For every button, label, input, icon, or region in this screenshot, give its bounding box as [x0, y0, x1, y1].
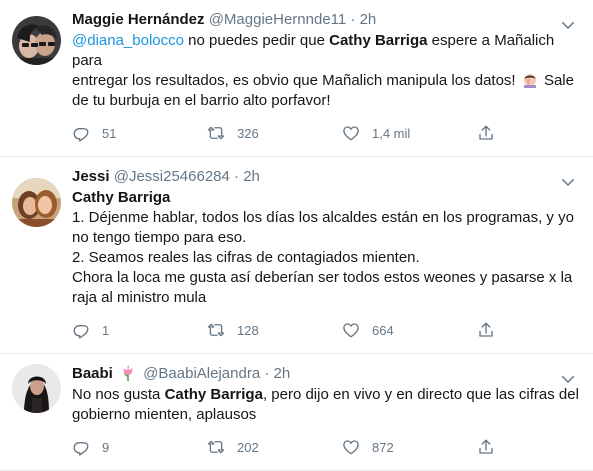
- separator: ·: [234, 168, 240, 185]
- tweet-actions: 51 326 1,4 mil: [72, 123, 579, 143]
- heart-icon: [342, 438, 360, 456]
- retweet-count: 326: [237, 125, 259, 141]
- share-button[interactable]: [477, 124, 507, 142]
- reply-count: 9: [102, 439, 110, 455]
- tweet-text: No nos gusta Cathy Barriga, pero dijo en…: [72, 386, 579, 423]
- heart-icon: [342, 321, 360, 339]
- tweet-actions: 9 202 872: [72, 437, 579, 457]
- tweet-header: Jessi @Jessi25466284 · 2h: [72, 167, 579, 187]
- highlighted-term: Cathy Barriga: [329, 32, 428, 49]
- display-name[interactable]: Baabi: [72, 365, 113, 382]
- share-icon: [477, 124, 495, 142]
- username[interactable]: @MaggieHernnde11: [209, 11, 347, 28]
- tweet-1[interactable]: Maggie Hernández @MaggieHernnde11 · 2h @…: [0, 0, 593, 157]
- retweet-button[interactable]: 128: [207, 321, 342, 339]
- highlighted-term: Cathy Barriga: [164, 386, 263, 403]
- share-button[interactable]: [477, 438, 507, 456]
- reply-count: 51: [102, 125, 117, 141]
- heart-icon: [342, 124, 360, 142]
- retweet-button[interactable]: 202: [207, 438, 342, 456]
- tweet-actions: 1 128 664: [72, 320, 579, 340]
- tweet-text: @diana_bolocco no puedes pedir que Cathy…: [72, 32, 574, 109]
- retweet-icon: [207, 438, 225, 456]
- reply-button[interactable]: 51: [72, 124, 207, 142]
- like-button[interactable]: 1,4 mil: [342, 124, 477, 142]
- reply-icon: [72, 321, 90, 339]
- username[interactable]: @Jessi25466284: [114, 168, 230, 185]
- timestamp[interactable]: 2h: [274, 365, 291, 382]
- timestamp[interactable]: 2h: [243, 168, 260, 185]
- avatar[interactable]: [12, 364, 61, 413]
- chevron-down-icon[interactable]: [559, 16, 577, 34]
- reply-button[interactable]: 9: [72, 438, 207, 456]
- chevron-down-icon[interactable]: [559, 370, 577, 388]
- like-count: 664: [372, 322, 394, 338]
- display-name[interactable]: Maggie Hernández: [72, 11, 205, 28]
- chevron-down-icon[interactable]: [559, 173, 577, 191]
- like-count: 872: [372, 439, 394, 455]
- avatar[interactable]: [12, 178, 61, 227]
- share-button[interactable]: [477, 321, 507, 339]
- share-icon: [477, 321, 495, 339]
- timestamp[interactable]: 2h: [360, 11, 377, 28]
- tweet-2[interactable]: Jessi @Jessi25466284 · 2h Cathy Barriga …: [0, 157, 593, 354]
- tweet-text: Cathy Barriga 1. Déjenme hablar, todos l…: [72, 188, 579, 308]
- tweet-header: Baabi @BaabiAlejandra · 2h: [72, 364, 579, 384]
- username[interactable]: @BaabiAlejandra: [143, 365, 260, 382]
- retweet-count: 128: [237, 322, 259, 338]
- like-count: 1,4 mil: [372, 125, 411, 141]
- tweet-3[interactable]: Baabi @BaabiAlejandra · 2h No nos gusta …: [0, 354, 593, 471]
- retweet-button[interactable]: 326: [207, 124, 342, 142]
- mention-link[interactable]: @diana_bolocco: [72, 32, 184, 49]
- retweet-count: 202: [237, 439, 259, 455]
- display-name[interactable]: Jessi: [72, 168, 110, 185]
- reply-count: 1: [102, 322, 110, 338]
- separator: ·: [350, 11, 356, 28]
- retweet-icon: [207, 124, 225, 142]
- reply-button[interactable]: 1: [72, 321, 207, 339]
- facepalm-emoji-icon: [523, 74, 536, 88]
- avatar[interactable]: [12, 16, 61, 65]
- tweet-header: Maggie Hernández @MaggieHernnde11 · 2h: [72, 10, 579, 30]
- like-button[interactable]: 872: [342, 438, 477, 456]
- tulip-emoji-icon: [123, 365, 133, 381]
- reply-icon: [72, 438, 90, 456]
- share-icon: [477, 438, 495, 456]
- retweet-icon: [207, 321, 225, 339]
- separator: ·: [264, 365, 270, 382]
- tweet-heading: Cathy Barriga: [72, 189, 171, 206]
- reply-icon: [72, 124, 90, 142]
- like-button[interactable]: 664: [342, 321, 477, 339]
